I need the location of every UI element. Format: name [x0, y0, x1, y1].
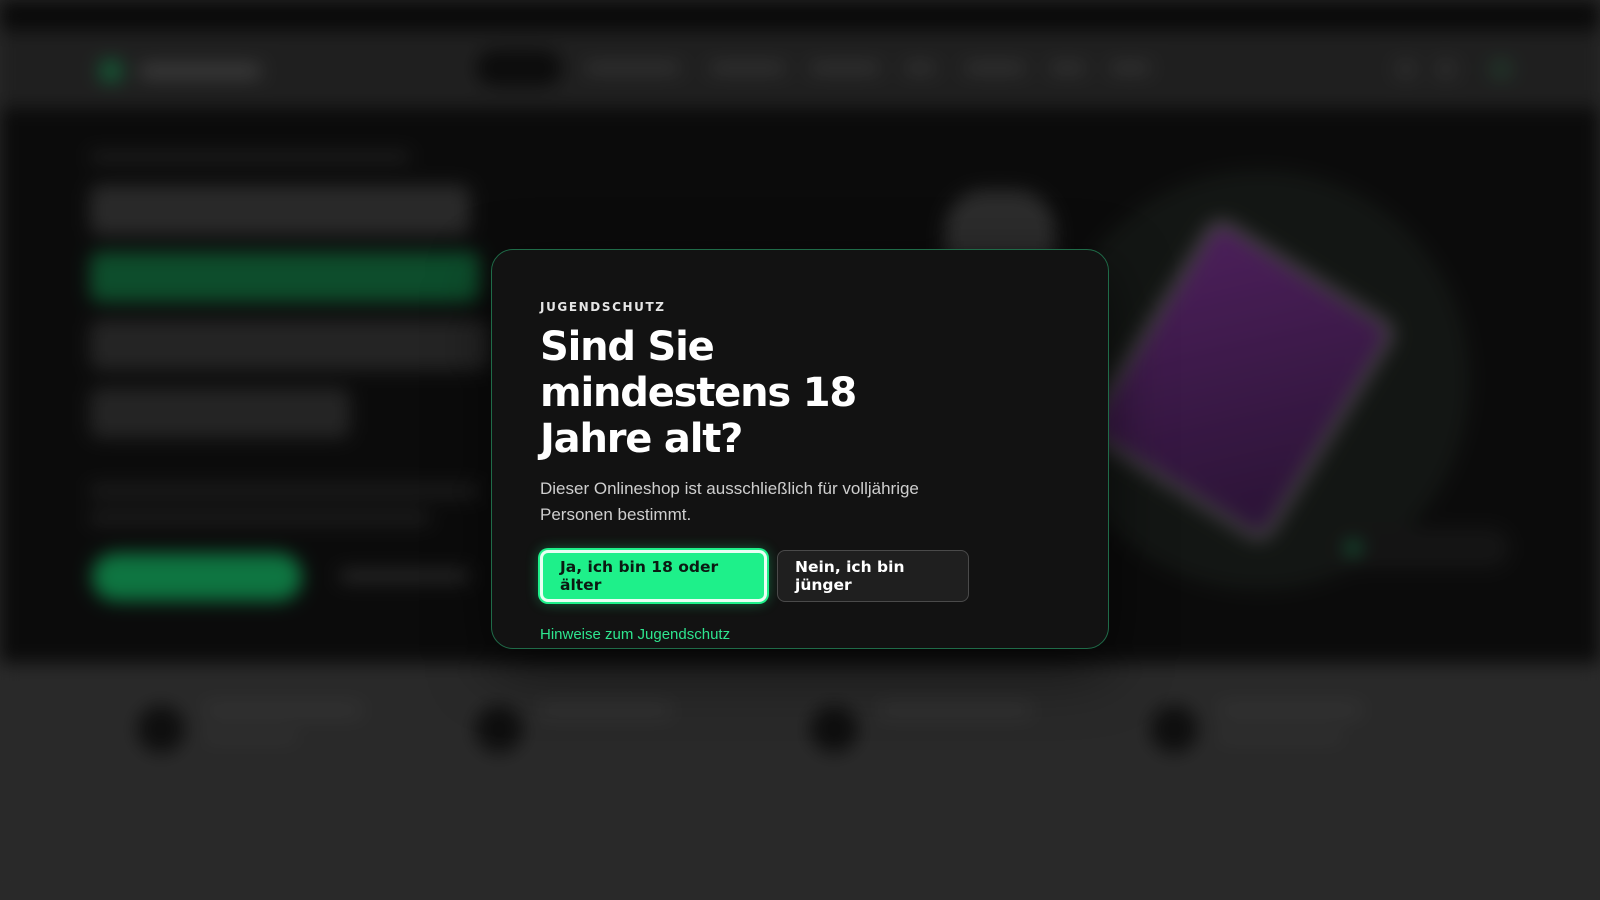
modal-description: Dieser Onlineshop ist ausschließlich für…	[540, 479, 919, 524]
modal-eyebrow: JUGENDSCHUTZ	[540, 300, 666, 314]
confirm-age-button[interactable]: Ja, ich bin 18 oder älter	[540, 550, 767, 602]
age-verification-modal: JUGENDSCHUTZ Sind Sie mindestens 18 Jahr…	[491, 249, 1109, 649]
modal-button-row: Ja, ich bin 18 oder älter Nein, ich bin …	[540, 550, 1060, 602]
youth-protection-info-link[interactable]: Hinweise zum Jugendschutz	[540, 626, 730, 643]
page: JUGENDSCHUTZ Sind Sie mindestens 18 Jahr…	[0, 0, 1600, 900]
modal-title: Sind Sie mindestens 18 Jahre alt?	[540, 324, 857, 462]
decline-age-button[interactable]: Nein, ich bin jünger	[777, 550, 969, 602]
